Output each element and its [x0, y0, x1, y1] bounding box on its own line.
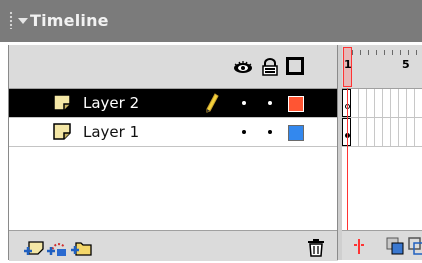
- frame-ruler[interactable]: 1 5: [342, 45, 422, 89]
- frame-number-label: 1: [344, 58, 352, 71]
- pencil-icon: [206, 93, 219, 113]
- ruler-tick: [400, 50, 401, 55]
- outline-color-swatch[interactable]: [288, 96, 304, 112]
- frame-number-label: 5: [402, 58, 410, 71]
- layer-list-header: [9, 45, 338, 89]
- ruler-tick: [360, 50, 361, 55]
- insert-folder-icon[interactable]: [71, 237, 93, 257]
- delete-layer-icon[interactable]: [305, 237, 327, 257]
- collapse-arrow-icon[interactable]: [18, 18, 28, 24]
- playhead-line: [347, 88, 348, 235]
- frames-area[interactable]: 1 5: [342, 45, 422, 260]
- outline-icon[interactable]: [286, 57, 304, 75]
- layer-row-layer-1[interactable]: Layer 1: [9, 118, 338, 147]
- ruler-tick: [416, 50, 417, 55]
- layer-page-icon: [53, 94, 71, 111]
- lock-icon[interactable]: [260, 58, 280, 76]
- eye-icon[interactable]: [233, 58, 253, 76]
- ruler-tick: [368, 50, 369, 55]
- lock-toggle[interactable]: [268, 130, 272, 134]
- frames-footer: [342, 230, 422, 260]
- layer-name[interactable]: Layer 2: [83, 94, 139, 112]
- visibility-toggle[interactable]: [242, 130, 246, 134]
- lock-toggle[interactable]: [268, 101, 272, 105]
- frame-row-layer-2[interactable]: [342, 89, 422, 118]
- layer-list-footer: [9, 230, 338, 261]
- frame-row-layer-1[interactable]: [342, 118, 422, 147]
- ruler-tick: [384, 50, 385, 55]
- ruler-tick: [392, 50, 393, 55]
- ruler-tick: [376, 50, 377, 55]
- timeline-panel: Timeline Layer 2 Layer 1 1 5: [0, 0, 422, 263]
- drag-grip-icon[interactable]: [9, 11, 13, 29]
- layer-list: Layer 2 Layer 1: [8, 45, 338, 261]
- onion-skin-outlines-icon[interactable]: [408, 237, 422, 255]
- insert-layer-icon[interactable]: [23, 237, 45, 257]
- layer-page-icon: [53, 123, 71, 140]
- ruler-tick: [408, 50, 409, 55]
- center-frame-icon[interactable]: [350, 237, 368, 255]
- add-motion-guide-icon[interactable]: [47, 237, 69, 257]
- outline-color-swatch[interactable]: [288, 125, 304, 141]
- visibility-toggle[interactable]: [242, 101, 246, 105]
- layer-name[interactable]: Layer 1: [83, 123, 139, 141]
- ruler-tick: [352, 50, 353, 55]
- onion-skin-icon[interactable]: [386, 237, 404, 255]
- panel-title: Timeline: [30, 11, 109, 30]
- panel-title-bar[interactable]: Timeline: [0, 0, 422, 42]
- layer-row-layer-2[interactable]: Layer 2: [9, 89, 338, 118]
